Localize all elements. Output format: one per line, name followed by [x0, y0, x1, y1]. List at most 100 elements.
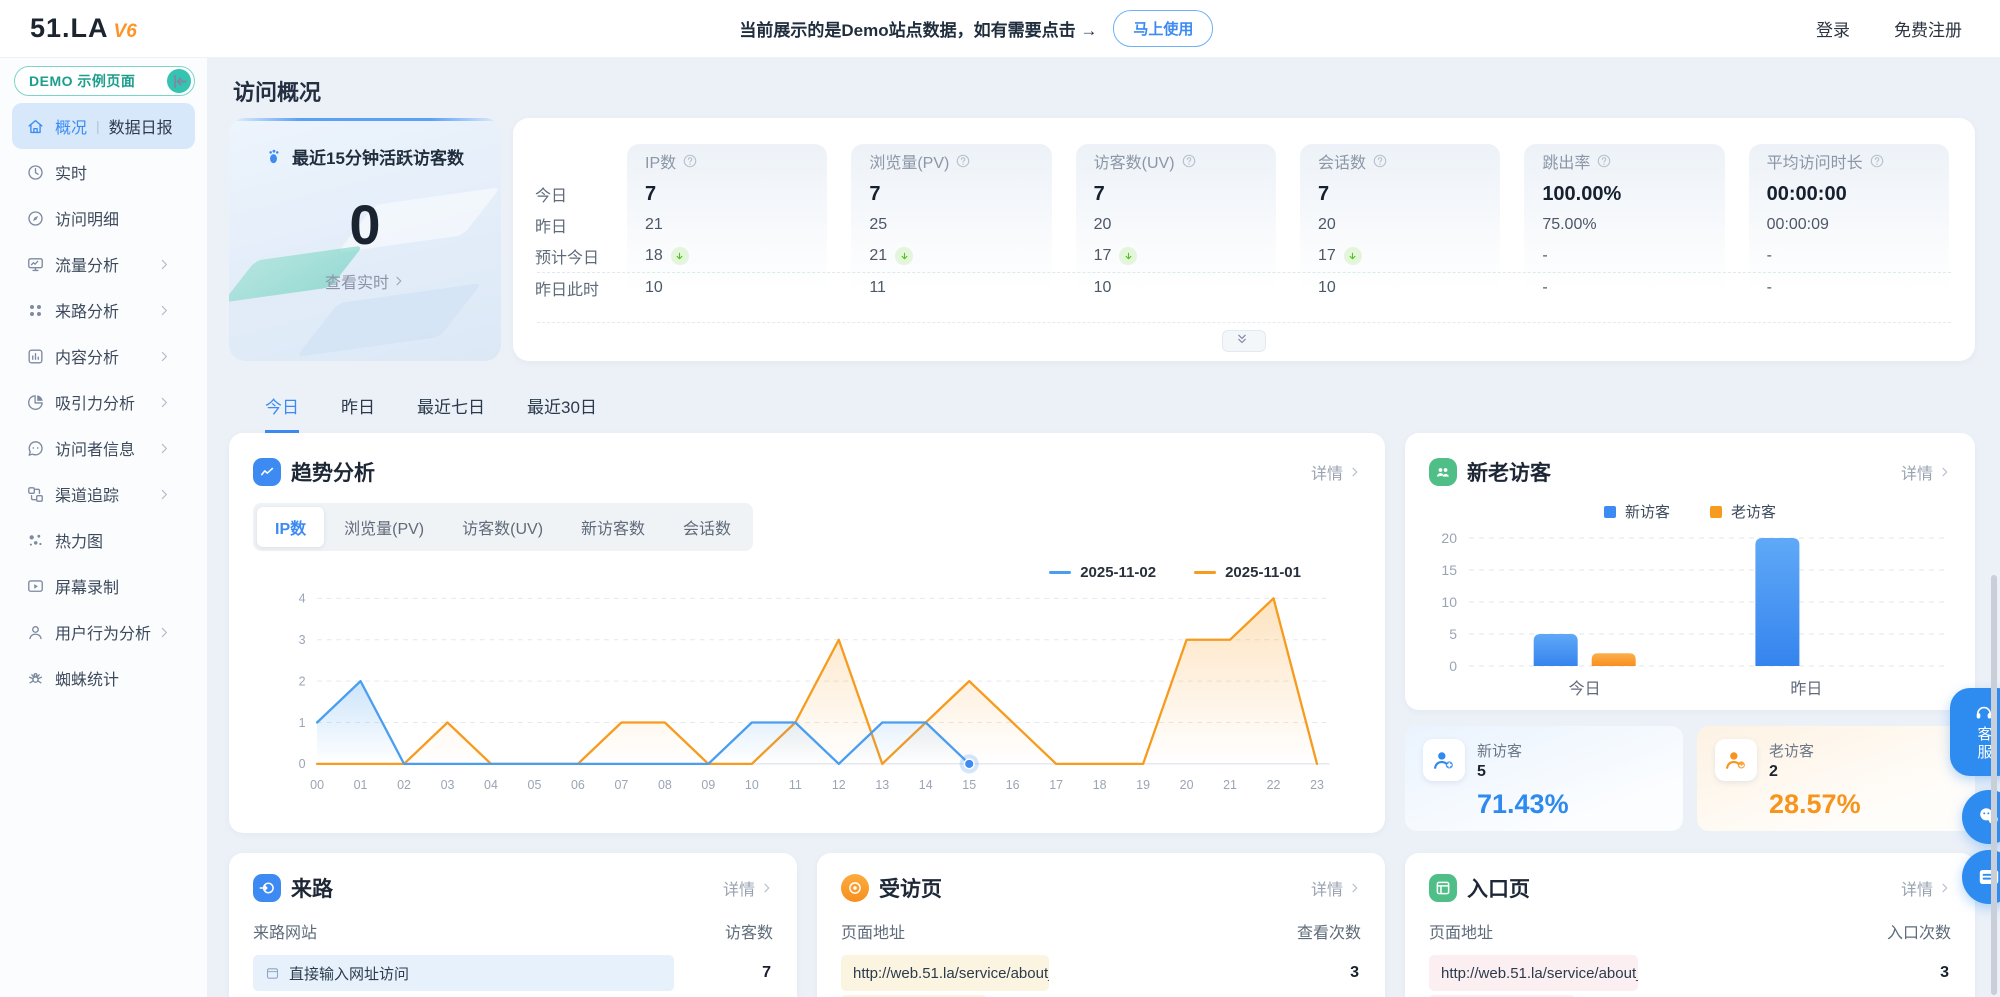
card-header: 来路详情	[253, 873, 773, 903]
overview-row-label: 昨日此时	[535, 272, 627, 304]
table-columns: 页面地址入口次数	[1429, 919, 1951, 943]
chevron-right-icon	[761, 882, 773, 894]
metric-sametime-value: 10	[1318, 272, 1482, 304]
svg-text:3: 3	[299, 633, 306, 647]
help-icon	[955, 153, 971, 169]
table-row[interactable]: http://web.51.la/service/about_us3	[1429, 955, 1951, 991]
row-value: 3	[1940, 955, 1949, 991]
metric-yesterday-value: 75.00%	[1542, 210, 1706, 240]
logo[interactable]: 51.LA V6	[30, 13, 137, 44]
chevron-right-icon	[158, 350, 171, 363]
trend-metric-tab-ip[interactable]: IP数	[257, 507, 324, 547]
metric-yesterday-value: 20	[1318, 210, 1482, 240]
sidebar-item-label: 访问者信息	[55, 436, 135, 460]
person-return-icon	[1715, 739, 1757, 781]
sidebar-item-realtime[interactable]: 实时	[12, 149, 195, 195]
trend-metric-tab-pv[interactable]: 浏览量(PV)	[326, 507, 442, 547]
chevron-right-icon	[158, 442, 171, 455]
chevron-right-icon	[393, 275, 405, 287]
site-selector[interactable]: DEMO 示例页面	[14, 66, 195, 96]
column-name-header: 来路网站	[253, 919, 317, 943]
main-content: 访问概况 最近15分钟活跃访客数 0 查看实时 今日昨日预计今日昨日此时IP数7…	[207, 57, 2000, 997]
help-icon	[1869, 153, 1885, 169]
visitor-stat-box-new: 新访客5 71.43%	[1405, 726, 1683, 831]
detail-label: 详情	[723, 876, 755, 900]
sidebar-item-overview[interactable]: 概况 | 数据日报	[12, 103, 195, 149]
page-scrollbar[interactable]	[1991, 575, 1997, 995]
bottom-cards-row: 来路详情来路网站 访客数直接输入网址访问7 受访页详情页面地址查看次数 http://…	[229, 853, 1385, 997]
legend-label: 老访客	[1731, 501, 1776, 522]
trend-line-chart[interactable]: 0123400010203040506070809101112131415161…	[253, 584, 1361, 809]
page-title: 访问概况	[233, 75, 1975, 105]
record-icon	[26, 577, 45, 596]
card-header: 受访页详情	[841, 873, 1361, 903]
detail-link[interactable]: 详情	[723, 876, 773, 900]
use-now-button[interactable]: 马上使用	[1113, 10, 1213, 47]
metric-name: 平均访问时长	[1767, 144, 1931, 178]
sidebar-item-screen-record[interactable]: 屏幕录制	[12, 563, 195, 609]
metric-name: IP数	[645, 144, 809, 178]
trend-chart-icon	[253, 458, 281, 486]
visitors-detail-link[interactable]: 详情	[1901, 460, 1951, 484]
stat-box-texts: 新访客5	[1477, 740, 1522, 781]
legend-label: 新访客	[1625, 501, 1670, 522]
trend-metric-tab-new-visitors[interactable]: 新访客数	[563, 507, 663, 547]
sidebar-item-label: 访问明细	[55, 206, 119, 230]
sidebar-item-heatmap[interactable]: 热力图	[12, 517, 195, 563]
date-tab-yesterday[interactable]: 昨日	[341, 393, 375, 433]
svg-text:07: 07	[614, 778, 628, 792]
svg-text:10: 10	[1441, 594, 1457, 610]
column-value-header: 查看次数	[1297, 919, 1361, 943]
view-realtime-link[interactable]: 查看实时	[325, 269, 405, 293]
sidebar-item-visit-detail[interactable]: 访问明细	[12, 195, 195, 241]
sidebar-item-suffix: 数据日报	[109, 114, 173, 138]
sidebar-item-divider: |	[96, 118, 100, 134]
sidebar-item-channel-tracking[interactable]: 渠道追踪	[12, 471, 195, 517]
metric-yesterday-value: 21	[645, 210, 809, 240]
trend-metric-tab-sessions[interactable]: 会话数	[665, 507, 749, 547]
card-header: 入口页详情	[1429, 873, 1951, 903]
table-columns: 页面地址查看次数	[841, 919, 1361, 943]
sidebar-item-user-behavior[interactable]: 用户行为分析	[12, 609, 195, 655]
sidebar-item-content-analysis[interactable]: 内容分析	[12, 333, 195, 379]
sidebar-item-label: 概况	[55, 114, 87, 138]
login-link[interactable]: 登录	[1816, 16, 1850, 41]
date-tab-last30[interactable]: 最近30日	[527, 393, 597, 433]
sidebar-collapse-button[interactable]	[167, 69, 191, 93]
legend-label: 2025-11-02	[1080, 564, 1156, 581]
visitors-bar-chart[interactable]: 05101520今日昨日	[1429, 526, 1951, 702]
row-value: 3	[1350, 955, 1359, 991]
forecast-number: 17	[1094, 247, 1112, 265]
expand-stats-button[interactable]	[1222, 330, 1266, 352]
metric-col-ip: IP数7211810	[627, 144, 827, 304]
sidebar-item-visitor-info[interactable]: 访问者信息	[12, 425, 195, 471]
sidebar-item-referrer-analysis[interactable]: 来路分析	[12, 287, 195, 333]
date-tab-today[interactable]: 今日	[265, 393, 299, 433]
svg-text:4: 4	[299, 592, 306, 606]
metric-col-uv: 访客数(UV)7201710	[1076, 144, 1276, 304]
trend-metric-tab-uv[interactable]: 访客数(UV)	[444, 507, 561, 547]
visitors-card-title: 新老访客	[1467, 457, 1551, 487]
table-row[interactable]: http://web.51.la/service/about_us3	[841, 955, 1361, 991]
chevron-right-icon	[158, 304, 171, 317]
detail-link[interactable]: 详情	[1311, 876, 1361, 900]
forecast-number: 18	[645, 247, 663, 265]
bottom-card-page: 受访页详情页面地址查看次数 http://web.51.la/service/ab…	[817, 853, 1385, 997]
legend-square-swatch	[1710, 506, 1722, 518]
overview-row-label: 昨日	[535, 210, 627, 240]
detail-link[interactable]: 详情	[1901, 876, 1951, 900]
svg-text:02: 02	[397, 778, 411, 792]
table-row[interactable]: 直接输入网址访问7	[253, 955, 773, 991]
sidebar-item-spider-stats[interactable]: 蜘蛛统计	[12, 655, 195, 701]
table-columns: 来路网站 访客数	[253, 919, 773, 943]
chevron-right-icon	[158, 258, 171, 271]
date-tab-last7[interactable]: 最近七日	[417, 393, 485, 433]
trend-detail-link[interactable]: 详情	[1311, 460, 1361, 484]
svg-text:22: 22	[1267, 778, 1281, 792]
stat-box-percent: 71.43%	[1477, 789, 1665, 820]
forecast-number: 21	[869, 247, 887, 265]
sidebar-item-traffic-analysis[interactable]: 流量分析	[12, 241, 195, 287]
column-value-header: 访客数	[725, 919, 773, 943]
register-link[interactable]: 免费注册	[1894, 16, 1962, 41]
sidebar-item-attraction-analysis[interactable]: 吸引力分析	[12, 379, 195, 425]
